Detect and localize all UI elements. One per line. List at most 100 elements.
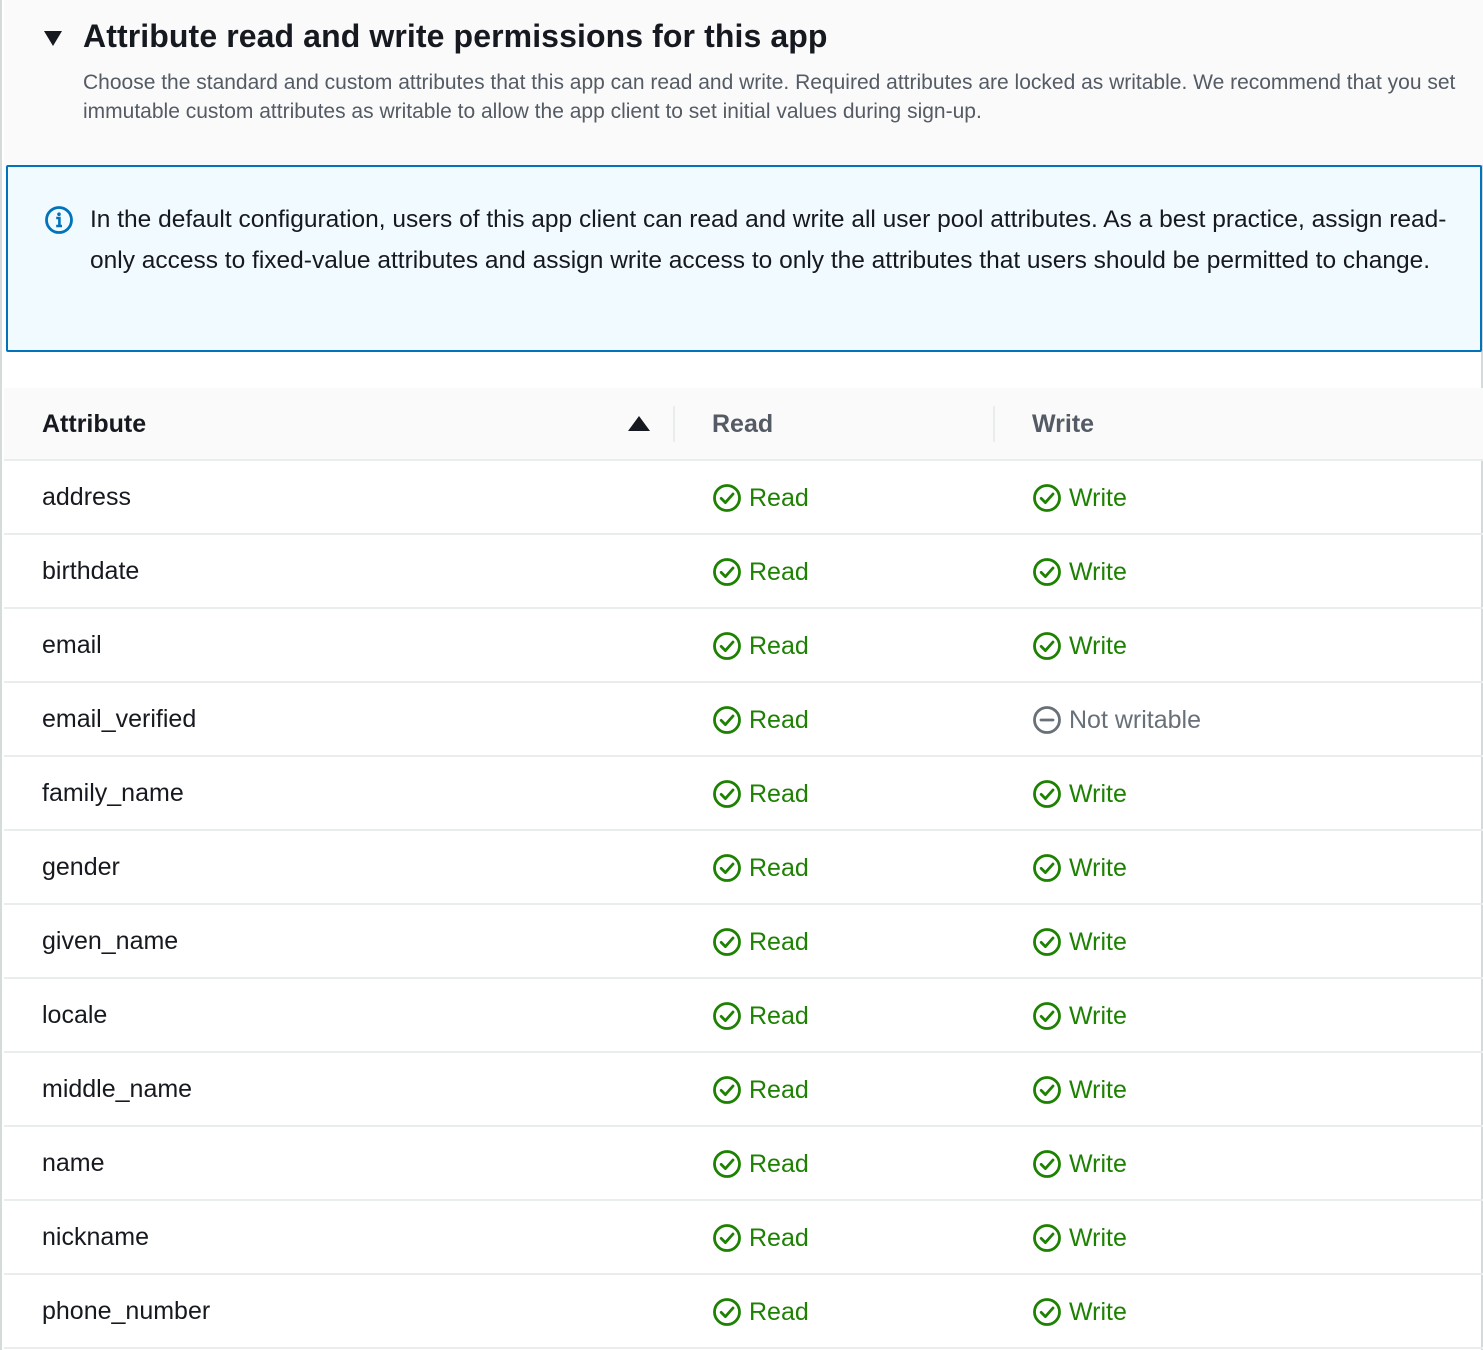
check-circle-icon <box>1033 780 1061 808</box>
read-status-label: Read <box>749 853 809 882</box>
check-circle-icon <box>1033 1150 1061 1178</box>
table-row: email Read Write <box>4 609 1483 683</box>
table-row: gender Read Write <box>4 831 1483 905</box>
column-header-attribute[interactable]: Attribute <box>42 410 146 439</box>
read-status: Read <box>712 779 809 809</box>
write-status-label: Write <box>1069 1297 1127 1326</box>
check-circle-icon <box>1033 1298 1061 1326</box>
check-circle-icon <box>1033 1002 1061 1030</box>
column-divider[interactable] <box>993 406 995 442</box>
write-status: Write <box>1032 1149 1127 1179</box>
write-status-label: Write <box>1069 1001 1127 1030</box>
write-status-label: Write <box>1069 1149 1127 1178</box>
attribute-name: family_name <box>42 779 184 807</box>
check-circle-icon <box>1033 484 1061 512</box>
check-circle-icon <box>1033 1224 1061 1252</box>
check-circle-icon <box>713 1002 741 1030</box>
table-body: address Read Write birthdate Read Write email R… <box>4 461 1483 1349</box>
read-status-label: Read <box>749 557 809 586</box>
read-status-label: Read <box>749 1001 809 1030</box>
check-circle-icon <box>713 632 741 660</box>
check-circle-icon <box>1033 928 1061 956</box>
sort-ascending-icon[interactable] <box>628 416 650 432</box>
read-status: Read <box>712 1297 809 1327</box>
read-status: Read <box>712 1075 809 1105</box>
write-status: Write <box>1032 631 1127 661</box>
attribute-name: name <box>42 1149 105 1177</box>
attribute-name: gender <box>42 853 120 881</box>
table-row: nickname Read Write <box>4 1201 1483 1275</box>
column-header-write: Write <box>1032 410 1095 438</box>
info-alert: In the default configuration, users of t… <box>6 165 1482 352</box>
caret-down-icon[interactable] <box>44 31 62 47</box>
write-status-label: Write <box>1069 853 1127 882</box>
column-divider[interactable] <box>673 406 675 442</box>
check-circle-icon <box>713 1224 741 1252</box>
section-header: Attribute read and write permissions for… <box>4 0 1483 165</box>
read-status: Read <box>712 927 809 957</box>
read-status: Read <box>712 853 809 883</box>
attributes-table: Attribute Read Write address Read Write bir… <box>4 388 1483 1349</box>
read-status: Read <box>712 557 809 587</box>
check-circle-icon <box>713 1298 741 1326</box>
minus-circle-icon <box>1033 706 1061 734</box>
section-description: Choose the standard and custom attribute… <box>83 71 1456 123</box>
attribute-name: locale <box>42 1001 108 1029</box>
write-status: Write <box>1032 927 1127 957</box>
check-circle-icon <box>713 854 741 882</box>
info-icon <box>45 206 73 234</box>
check-circle-icon <box>713 1150 741 1178</box>
write-status-label: Write <box>1069 1223 1127 1252</box>
attribute-name: middle_name <box>42 1075 193 1103</box>
table-row: phone_number Read Write <box>4 1275 1483 1349</box>
write-status-label: Write <box>1069 483 1127 512</box>
table-row: name Read Write <box>4 1127 1483 1201</box>
attribute-name: phone_number <box>42 1297 211 1325</box>
table-row: birthdate Read Write <box>4 535 1483 609</box>
read-status-label: Read <box>749 779 809 808</box>
table-row: middle_name Read Write <box>4 1053 1483 1127</box>
write-status: Write <box>1032 1001 1127 1031</box>
check-circle-icon <box>713 484 741 512</box>
write-status-label: Write <box>1069 631 1127 660</box>
check-circle-icon <box>1033 632 1061 660</box>
table-header: Attribute Read Write <box>4 388 1483 461</box>
check-circle-icon <box>1033 854 1061 882</box>
section-title[interactable]: Attribute read and write permissions for… <box>83 18 828 55</box>
check-circle-icon <box>1033 1076 1061 1104</box>
table-row: given_name Read Write <box>4 905 1483 979</box>
table-row: family_name Read Write <box>4 757 1483 831</box>
permissions-panel: Attribute read and write permissions for… <box>0 0 1483 1350</box>
attribute-name: address <box>42 483 131 511</box>
write-status: Write <box>1032 483 1127 513</box>
read-status: Read <box>712 483 809 513</box>
read-status-label: Read <box>749 927 809 956</box>
read-status-label: Read <box>749 483 809 512</box>
check-circle-icon <box>713 706 741 734</box>
read-status: Read <box>712 1223 809 1253</box>
attribute-name: email <box>42 631 102 659</box>
read-status-label: Read <box>749 705 809 734</box>
info-alert-text: In the default configuration, users of t… <box>90 206 1447 274</box>
write-status-label: Not writable <box>1069 705 1201 734</box>
write-status: Write <box>1032 1075 1127 1105</box>
table-row: address Read Write <box>4 461 1483 535</box>
write-status: Not writable <box>1032 705 1201 735</box>
check-circle-icon <box>713 558 741 586</box>
read-status: Read <box>712 705 809 735</box>
read-status-label: Read <box>749 1297 809 1326</box>
read-status-label: Read <box>749 1075 809 1104</box>
read-status: Read <box>712 1001 809 1031</box>
write-status: Write <box>1032 557 1127 587</box>
check-circle-icon <box>713 780 741 808</box>
write-status-label: Write <box>1069 779 1127 808</box>
write-status-label: Write <box>1069 927 1127 956</box>
attribute-name: email_verified <box>42 705 197 733</box>
check-circle-icon <box>713 1076 741 1104</box>
write-status: Write <box>1032 853 1127 883</box>
write-status: Write <box>1032 779 1127 809</box>
read-status-label: Read <box>749 631 809 660</box>
read-status: Read <box>712 631 809 661</box>
read-status: Read <box>712 1149 809 1179</box>
write-status-label: Write <box>1069 1075 1127 1104</box>
